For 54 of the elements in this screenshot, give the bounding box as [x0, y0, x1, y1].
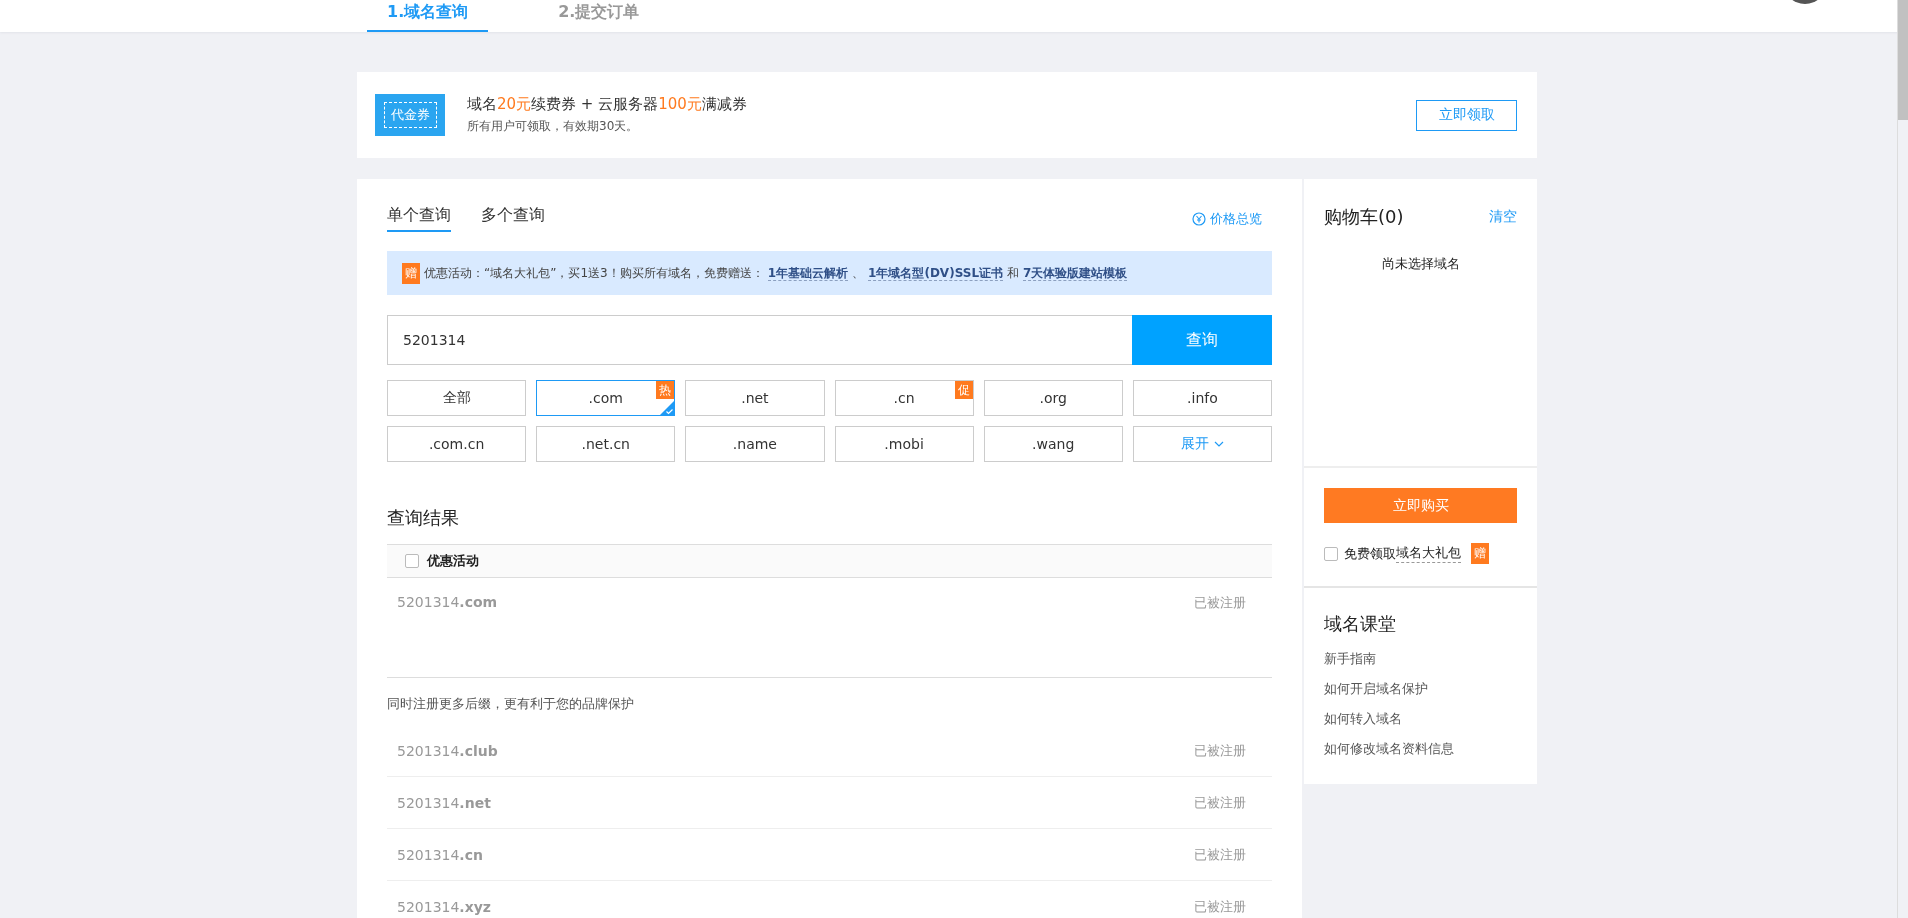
check-corner-icon — [660, 401, 675, 415]
gift-label: 免费领取 — [1344, 544, 1396, 563]
coupon-subtitle: 所有用户可领取，有效期30天。 — [467, 118, 640, 135]
gift-pack-link[interactable]: 域名大礼包 — [1396, 544, 1461, 563]
domain-status: 已被注册 — [1194, 845, 1246, 864]
domain-name: 5201314.com — [397, 594, 498, 610]
course-link[interactable]: 如何转入域名 — [1324, 710, 1517, 728]
search-field[interactable]: 5201314 — [387, 315, 1132, 365]
course-link[interactable]: 如何修改域名资料信息 — [1324, 740, 1517, 758]
cart-title: 购物车(0) — [1324, 205, 1404, 229]
promo-link[interactable]: 1年域名型(DV)SSL证书 — [868, 265, 1004, 281]
query-tab[interactable]: 多个查询 — [481, 205, 545, 232]
ticket-label: 代金券 — [383, 102, 437, 128]
chevron-down-icon — [1213, 441, 1224, 447]
promo-link[interactable]: 1年基础云解析 — [767, 265, 849, 281]
tld-option[interactable]: .com 热 — [536, 380, 676, 416]
course-link[interactable]: 如何开启域名保护 — [1324, 680, 1517, 698]
coupon-title: 域名20元续费券 + 云服务器100元满减券 — [467, 95, 747, 114]
promo-text: 优惠活动：“域名大礼包”，买1送3！购买所有域名，免费赠送： 1年基础云解析 、 1年域名型(DV)SSL证书 和 7天体验版建站模板 — [424, 264, 1129, 282]
course-link[interactable]: 新手指南 — [1324, 650, 1517, 668]
promo-link[interactable]: 7天体验版建站模板 — [1023, 265, 1128, 281]
scrollbar-thumb[interactable] — [1898, 0, 1908, 120]
checkbox[interactable] — [405, 554, 419, 568]
yen-icon — [1192, 212, 1206, 226]
tld-option[interactable]: 全部 — [387, 380, 527, 416]
query-tab[interactable]: 单个查询 — [387, 205, 451, 232]
domain-name: 5201314.cn — [397, 846, 483, 863]
domain-status: 已被注册 — [1194, 897, 1246, 916]
tld-option[interactable]: .com.cn — [387, 426, 527, 462]
tld-option[interactable]: .net — [685, 380, 825, 416]
tld-option[interactable]: .wang — [983, 426, 1123, 462]
tld-option[interactable]: .mobi — [834, 426, 974, 462]
gift-badge: 赠 — [402, 262, 420, 284]
scrollbar[interactable] — [1897, 0, 1908, 918]
domain-status: 已被注册 — [1194, 793, 1246, 812]
tld-option[interactable]: .info — [1132, 380, 1272, 416]
tld-option[interactable]: .net.cn — [536, 426, 676, 462]
results-title: 查询结果 — [387, 506, 460, 530]
tld-badge: 热 — [656, 381, 675, 399]
domain-name: 5201314.net — [397, 794, 491, 811]
domain-name: 5201314.xyz — [397, 898, 491, 915]
checkbox[interactable] — [1324, 546, 1338, 561]
empty-cart-text: 尚未选择域名 — [1380, 255, 1461, 273]
suggestion-note: 同时注册更多后缀，更有利于您的品牌保护 — [387, 695, 635, 713]
gift-badge: 赠 — [1471, 543, 1489, 564]
tld-option[interactable]: .org — [983, 380, 1123, 416]
course-title: 域名课堂 — [1324, 612, 1397, 636]
tld-option[interactable]: .name — [685, 426, 825, 462]
filter-label: 优惠活动 — [427, 552, 479, 570]
tld-option[interactable]: .cn 促 — [834, 380, 974, 416]
domain-status: 已被注册 — [1194, 741, 1246, 760]
domain-status: 已被注册 — [1194, 594, 1246, 612]
tld-badge: 促 — [954, 381, 973, 399]
domain-name: 5201314.club — [397, 742, 498, 759]
